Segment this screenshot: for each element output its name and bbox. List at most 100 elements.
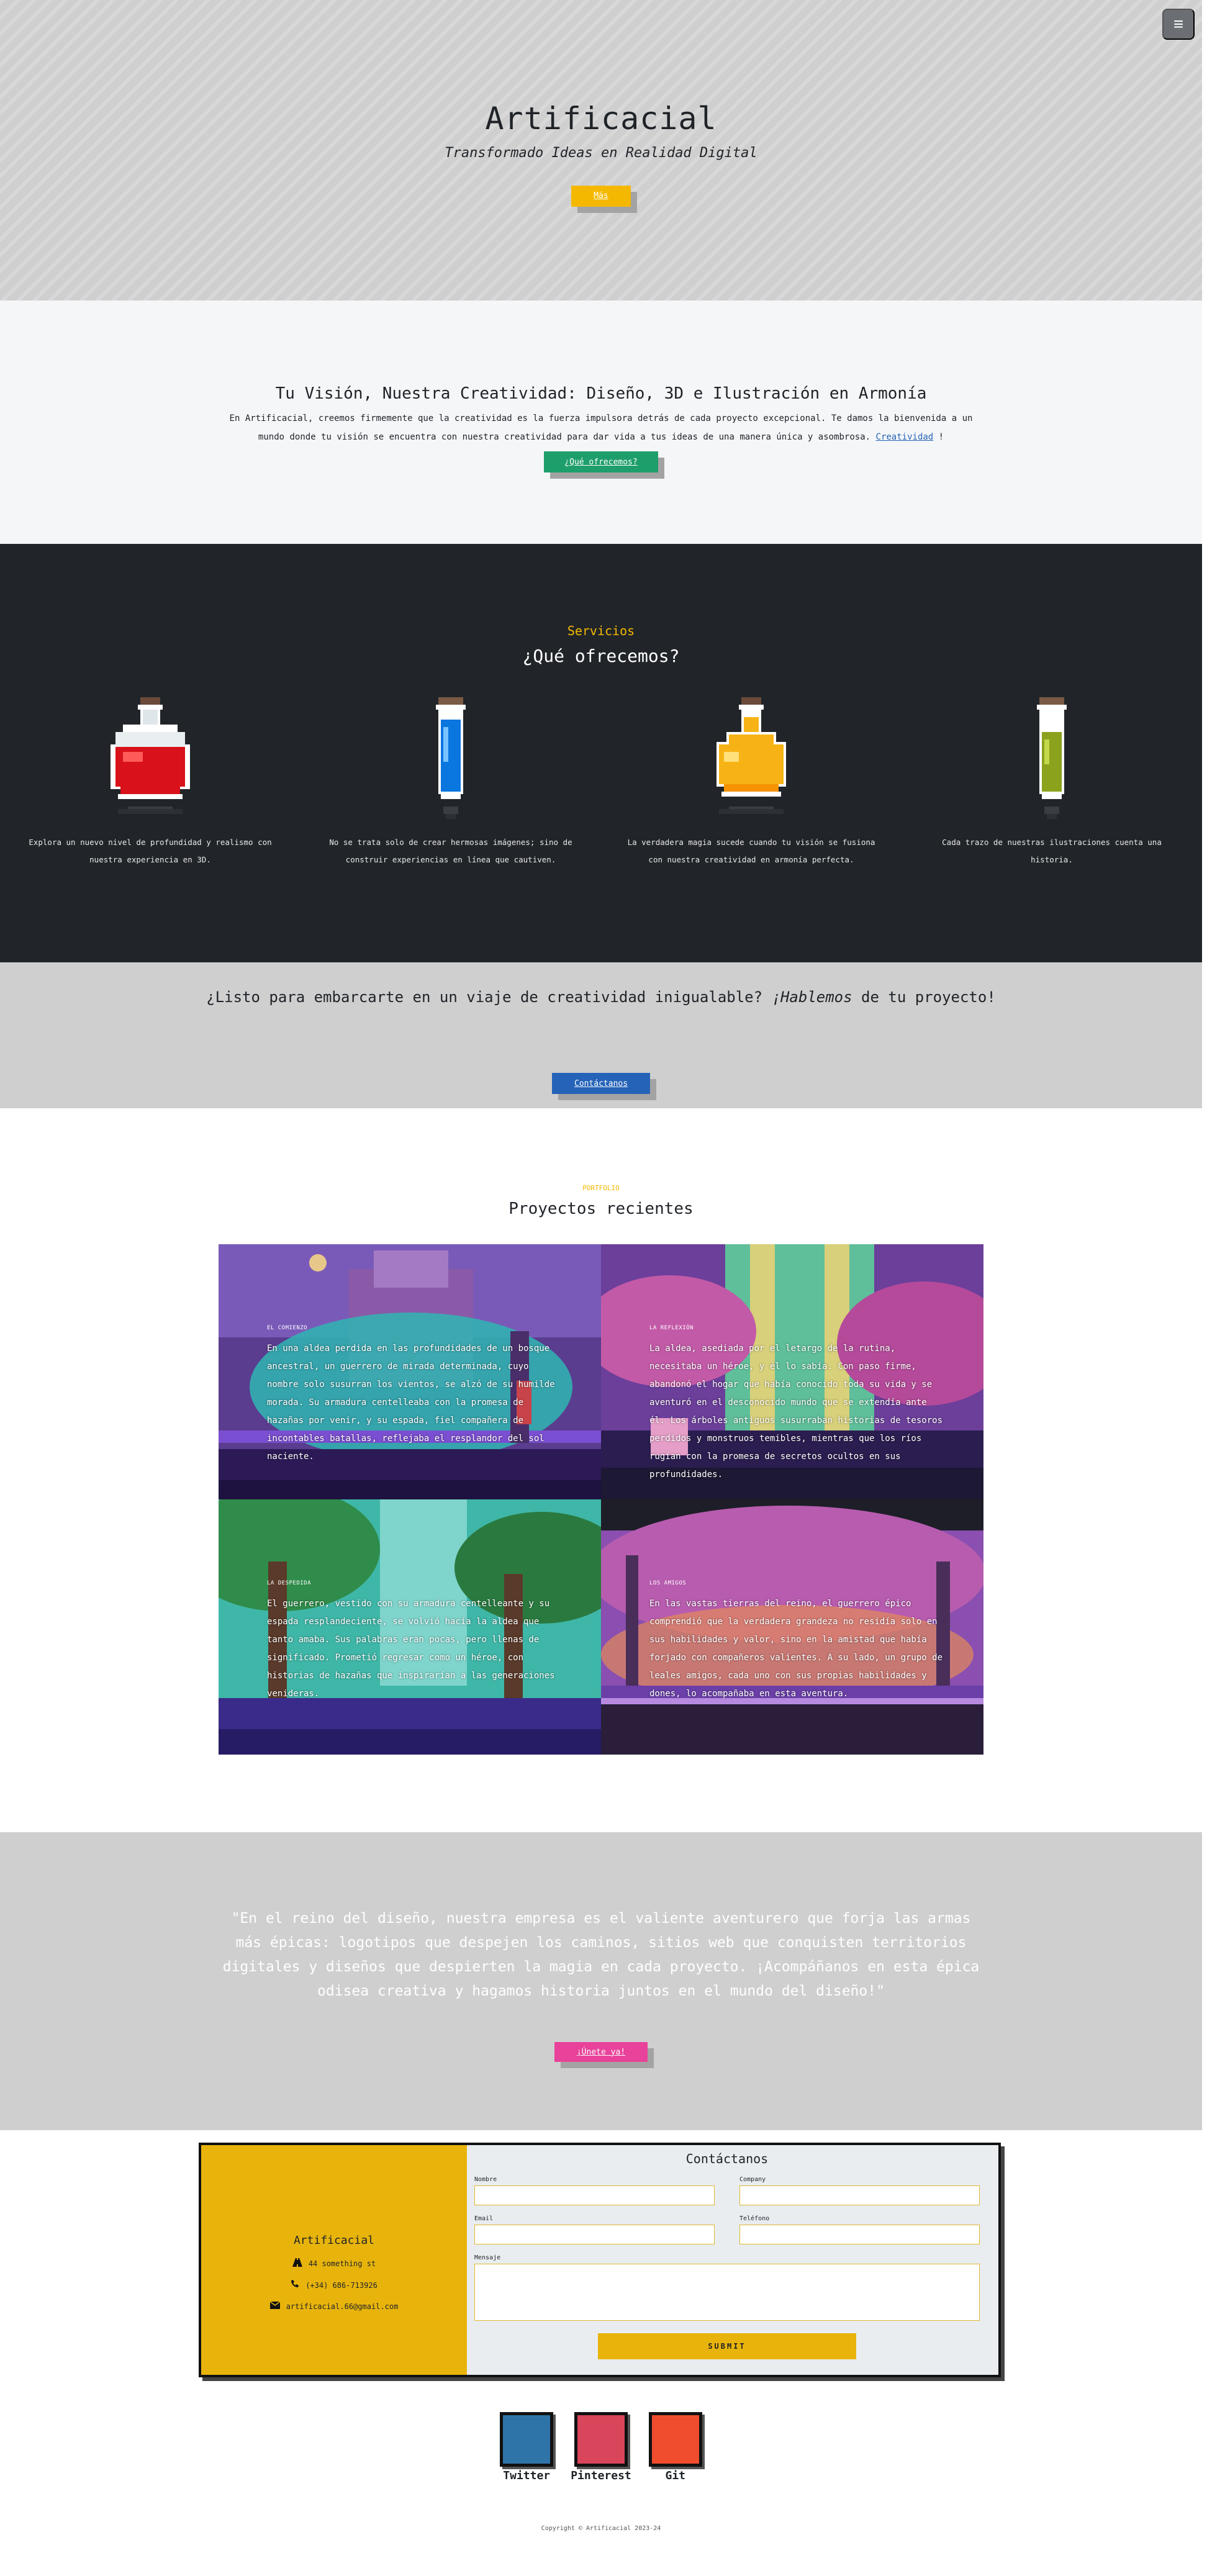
- service-item: Explora un nuevo nivel de profundidad y …: [0, 697, 301, 869]
- portfolio-grid: EL COMIENZO En una aldea perdida en las …: [219, 1244, 983, 1755]
- services-section: Servicios ¿Qué ofrecemos? Explora un nue…: [0, 544, 1202, 962]
- cta-text: ¿Listo para embarcarte en un viaje de cr…: [0, 962, 1202, 1006]
- contact-company-name: Artificacial: [293, 2234, 375, 2247]
- contact-card: Artificacial 44 something st (+34) 686-7…: [199, 2143, 1001, 2377]
- company-field-group: Company: [739, 2176, 980, 2205]
- what-we-offer-button[interactable]: ¿Qué ofrecemos?: [544, 451, 658, 472]
- message-label: Mensaje: [474, 2254, 501, 2261]
- form-row: Email Teléfono: [474, 2215, 980, 2244]
- message-input[interactable]: [474, 2264, 980, 2321]
- contact-form-title: Contáctanos: [685, 2151, 769, 2166]
- envelope-icon: [269, 2301, 281, 2311]
- portfolio-card[interactable]: LOS AMIGOS En las vastas tierras del rei…: [601, 1499, 983, 1755]
- hero-section: Artificacial Transformado Ideas en Reali…: [0, 0, 1202, 301]
- address-text: 44 something st: [308, 2259, 376, 2268]
- service-text: La verdadera magia sucede cuando tu visi…: [627, 838, 875, 864]
- intro-paragraph: En Artificacial, creemos firmemente que …: [216, 409, 986, 446]
- git-label: Git: [665, 2469, 686, 2482]
- email-line: artificacial.66@gmail.com: [269, 2301, 399, 2311]
- twitter-label: Twitter: [503, 2469, 551, 2482]
- contact-info-panel: Artificacial 44 something st (+34) 686-7…: [201, 2145, 467, 2375]
- portfolio-tag: LA REFLEXIÓN: [649, 1325, 694, 1331]
- pinterest-link[interactable]: Pinterest: [571, 2412, 631, 2513]
- intro-text: En Artificacial, creemos firmemente que …: [229, 414, 973, 442]
- road-icon: [292, 2258, 302, 2269]
- services-eyebrow: Servicios: [567, 623, 635, 638]
- service-text: No se trata solo de crear hermosas imáge…: [329, 838, 572, 864]
- portfolio-section: PORTFOLIO Proyectos recientes EL COMIENZ…: [0, 1108, 1202, 1832]
- service-item: La verdadera magia sucede cuando tu visi…: [601, 697, 902, 869]
- git-link[interactable]: Git: [648, 2412, 702, 2513]
- contact-section: Artificacial 44 something st (+34) 686-7…: [0, 2130, 1202, 2382]
- submit-button[interactable]: SUBMIT: [598, 2333, 856, 2359]
- portfolio-card-text: LA DESPEDIDA El guerrero, vestido con su…: [267, 1580, 564, 1703]
- message-field-group: Mensaje: [474, 2254, 980, 2323]
- company-input[interactable]: [739, 2185, 980, 2205]
- portfolio-tag: LOS AMIGOS: [649, 1580, 687, 1586]
- twitter-icon[interactable]: [500, 2412, 554, 2467]
- social-links: Twitter Pinterest Git: [0, 2382, 1202, 2513]
- more-button[interactable]: Más: [571, 185, 631, 207]
- portfolio-card-text: EL COMIENZO En una aldea perdida en las …: [267, 1325, 564, 1466]
- service-text: Explora un nuevo nivel de profundidad y …: [29, 838, 272, 864]
- services-heading: ¿Qué ofrecemos?: [522, 646, 680, 666]
- portfolio-card[interactable]: LA DESPEDIDA El guerrero, vestido con su…: [219, 1499, 601, 1755]
- red-potion-flask-icon: [88, 697, 212, 819]
- company-label: Company: [739, 2176, 766, 2183]
- cta-emphasis: ¡Hablemos: [771, 988, 852, 1006]
- form-row: Nombre Company: [474, 2176, 980, 2205]
- portfolio-story: La aldea, asediada por el letargo de la …: [649, 1344, 943, 1480]
- email-input[interactable]: [474, 2225, 715, 2244]
- portfolio-card-text: LA REFLEXIÓN La aldea, asediada por el l…: [649, 1325, 946, 1484]
- hero-tagline: Transformado Ideas en Realidad Digital: [445, 145, 757, 161]
- portfolio-heading: Proyectos recientes: [509, 1200, 694, 1218]
- phone-line: (+34) 686-713926: [291, 2280, 377, 2290]
- page: ≡ Artificacial Transformado Ideas en Rea…: [0, 0, 1207, 2576]
- quote-section: "En el reino del diseño, nuestra empresa…: [0, 1832, 1202, 2130]
- name-label: Nombre: [474, 2176, 497, 2183]
- join-button[interactable]: ¡Únete ya!: [554, 2042, 648, 2062]
- phone-input[interactable]: [739, 2225, 980, 2244]
- portfolio-tag: LA DESPEDIDA: [267, 1580, 312, 1586]
- phone-label: Teléfono: [739, 2215, 770, 2222]
- hamburger-menu-icon[interactable]: ≡: [1162, 9, 1195, 40]
- email-label: Email: [474, 2215, 494, 2222]
- phone-field-group: Teléfono: [739, 2215, 980, 2244]
- intro-section: Tu Visión, Nuestra Creatividad: Diseño, …: [0, 301, 1202, 544]
- contact-form: Contáctanos Nombre Company Email Teléfon…: [467, 2145, 998, 2375]
- portfolio-story: El guerrero, vestido con su armadura cen…: [267, 1599, 555, 1699]
- email-text: artificacial.66@gmail.com: [286, 2302, 399, 2311]
- service-text: Cada trazo de nuestras ilustraciones cue…: [942, 838, 1162, 864]
- portfolio-eyebrow: PORTFOLIO: [582, 1184, 620, 1192]
- phone-icon: [291, 2280, 299, 2290]
- twitter-link[interactable]: Twitter: [500, 2412, 554, 2513]
- cta-text-start: ¿Listo para embarcarte en un viaje de cr…: [206, 988, 772, 1006]
- creatividad-link[interactable]: Creatividad: [876, 432, 934, 442]
- portfolio-tag: EL COMIENZO: [267, 1325, 308, 1331]
- cta-text-end: de tu proyecto!: [852, 988, 996, 1006]
- pinterest-icon[interactable]: [574, 2412, 628, 2467]
- name-field-group: Nombre: [474, 2176, 715, 2205]
- portfolio-card[interactable]: EL COMIENZO En una aldea perdida en las …: [219, 1244, 601, 1499]
- site-title: Artificacial: [485, 100, 717, 137]
- service-item: No se trata solo de crear hermosas imáge…: [301, 697, 601, 869]
- footer-copyright: Copyright © Artificacial 2023-24: [541, 2525, 661, 2532]
- cta-section: ¿Listo para embarcarte en un viaje de cr…: [0, 962, 1202, 1108]
- address-line: 44 something st: [292, 2258, 376, 2269]
- phone-text: (+34) 686-713926: [305, 2280, 377, 2290]
- quote-text: "En el reino del diseño, nuestra empresa…: [222, 1910, 980, 1999]
- green-potion-vial-icon: [990, 697, 1114, 819]
- portfolio-story: En las vastas tierras del reino, el guer…: [649, 1599, 943, 1699]
- name-input[interactable]: [474, 2185, 715, 2205]
- blue-potion-vial-icon: [389, 697, 513, 819]
- pinterest-label: Pinterest: [571, 2469, 631, 2482]
- form-row: Mensaje: [474, 2254, 980, 2323]
- portfolio-card[interactable]: LA REFLEXIÓN La aldea, asediada por el l…: [601, 1244, 983, 1499]
- portfolio-card-text: LOS AMIGOS En las vastas tierras del rei…: [649, 1580, 946, 1703]
- portfolio-story: En una aldea perdida en las profundidade…: [267, 1344, 555, 1462]
- git-icon[interactable]: [648, 2412, 702, 2467]
- intro-heading: Tu Visión, Nuestra Creatividad: Diseño, …: [275, 384, 927, 403]
- email-field-group: Email: [474, 2215, 715, 2244]
- contact-button[interactable]: Contáctanos: [552, 1073, 650, 1094]
- yellow-potion-flask-icon: [689, 697, 813, 819]
